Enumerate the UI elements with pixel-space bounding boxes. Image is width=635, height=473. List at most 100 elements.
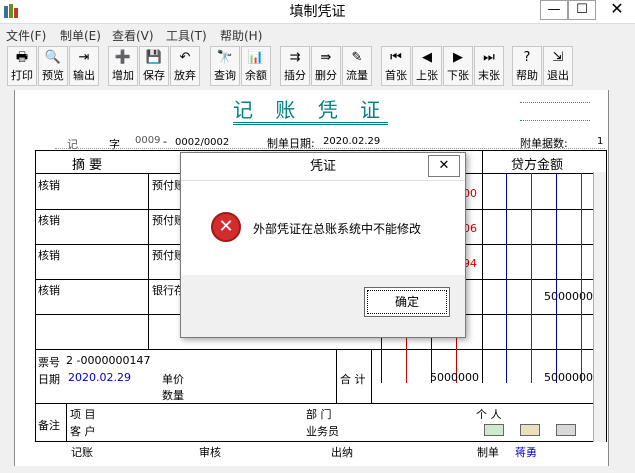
first-voucher-button[interactable]: ⏮ 首张 bbox=[381, 46, 411, 86]
minimize-button[interactable]: — bbox=[540, 0, 568, 20]
maker-name: 蒋勇 bbox=[515, 446, 537, 459]
bookkeeping-label: 记账 bbox=[71, 446, 93, 459]
ticket-value: 2 -0000000147 bbox=[66, 354, 151, 367]
project-label: 项 目 bbox=[70, 408, 96, 421]
voucher-dash: - bbox=[163, 135, 167, 148]
voucher-date: 2020.02.29 bbox=[323, 136, 381, 147]
error-icon: ✕ bbox=[211, 212, 241, 242]
amount-gridline bbox=[531, 173, 532, 383]
title-bar: 填制凭证 — ☐ ✕ bbox=[0, 0, 635, 24]
exit-icon: ⇲ bbox=[552, 50, 564, 65]
binoculars-icon: 🔭 bbox=[216, 50, 234, 65]
preview-button[interactable]: 🔍 预览 bbox=[38, 46, 68, 86]
dialog-footer: 确定 bbox=[181, 275, 465, 337]
voucher-sub-number: 0002/0002 bbox=[175, 137, 230, 148]
menu-file[interactable]: 文件(F) bbox=[6, 27, 46, 44]
total-credit: 5000000 bbox=[544, 371, 593, 384]
card-icon[interactable] bbox=[520, 424, 540, 436]
signature-row: 记账 审核 出纳 制单 蒋勇 bbox=[35, 444, 607, 460]
pencil-icon: ✎ bbox=[351, 50, 363, 65]
print-icon: 🖶 bbox=[15, 50, 29, 65]
vertical-scrollbar[interactable] bbox=[593, 172, 606, 442]
row-divider bbox=[36, 403, 594, 404]
row-summary[interactable]: 核销 bbox=[38, 212, 60, 228]
quantity-label: 数量 bbox=[162, 389, 184, 402]
attach-count: 1 bbox=[597, 136, 604, 147]
voucher-number: 0009 bbox=[135, 135, 161, 146]
date2-value: 2020.02.29 bbox=[68, 371, 131, 384]
query-button[interactable]: 🔭 查询 bbox=[210, 46, 240, 86]
next-icon: ▶ bbox=[453, 50, 463, 65]
maker-label: 制单 bbox=[477, 446, 499, 459]
last-voucher-button[interactable]: ⏭ 末张 bbox=[474, 46, 504, 86]
preview-icon: 🔍 bbox=[44, 50, 62, 65]
cash-flow-button[interactable]: ✎ 流量 bbox=[342, 46, 372, 86]
save-button[interactable]: 💾 保存 bbox=[139, 46, 169, 86]
row-summary[interactable]: 核销 bbox=[38, 247, 60, 263]
row-summary[interactable]: 核销 bbox=[38, 282, 60, 298]
prev-voucher-button[interactable]: ◀ 上张 bbox=[412, 46, 442, 86]
bar-chart-icon: 📊 bbox=[247, 50, 265, 65]
discard-button[interactable]: ↶ 放弃 bbox=[170, 46, 200, 86]
credit-header: 贷方金额 bbox=[511, 158, 564, 173]
card-icon[interactable] bbox=[556, 424, 576, 436]
last-icon: ⏭ bbox=[483, 50, 495, 65]
customer-label: 客 户 bbox=[70, 425, 96, 438]
summary-header: 摘 要 bbox=[72, 158, 103, 173]
menu-tools[interactable]: 工具(T) bbox=[166, 27, 207, 44]
save-icon: 💾 bbox=[145, 50, 163, 65]
help-icon: ? bbox=[523, 50, 531, 65]
dept-label: 部 门 bbox=[306, 408, 332, 421]
error-dialog: 凭证 ✕ ✕ 外部凭证在总账系统中不能修改 确定 bbox=[180, 152, 466, 338]
total-debit: 5000000 bbox=[430, 371, 479, 384]
amount-gridline bbox=[556, 173, 557, 383]
dotted-line bbox=[520, 102, 590, 103]
insert-row-icon: ⇉ bbox=[289, 50, 301, 65]
remarks-label: 备注 bbox=[38, 419, 60, 432]
dialog-message: 外部凭证在总账系统中不能修改 bbox=[253, 222, 422, 236]
salesman-label: 业务员 bbox=[306, 425, 339, 438]
row-summary[interactable]: 核销 bbox=[38, 177, 60, 193]
date2-label: 日期 bbox=[38, 373, 60, 386]
delete-entry-button[interactable]: ⇛ 删分 bbox=[311, 46, 341, 86]
dotted-line bbox=[520, 120, 590, 121]
amount-gridline bbox=[581, 173, 582, 383]
toolbar: 🖶 打印 🔍 预览 ⇥ 输出 ➕ 增加 💾 保存 ↶ 放弃 🔭 查询 📊 余额 ⇉ 插分 ⇛ 删分 … bbox=[4, 46, 634, 88]
insert-entry-button[interactable]: ⇉ 插分 bbox=[280, 46, 310, 86]
col-divider bbox=[336, 349, 337, 403]
print-button[interactable]: 🖶 打印 bbox=[7, 46, 37, 86]
dotted-line bbox=[55, 148, 605, 149]
output-button[interactable]: ⇥ 输出 bbox=[69, 46, 99, 86]
menu-make[interactable]: 制单(E) bbox=[60, 27, 101, 44]
output-icon: ⇥ bbox=[78, 50, 90, 65]
card-icon[interactable] bbox=[484, 424, 504, 436]
amount-gridline bbox=[406, 331, 407, 383]
amount-gridline bbox=[506, 173, 507, 383]
menu-help[interactable]: 帮助(H) bbox=[220, 27, 262, 44]
voucher-title: 记 账 凭 证 bbox=[233, 98, 389, 125]
credit-amount: 5000000 bbox=[544, 290, 593, 303]
menu-bar: 文件(F) 制单(E) 查看(V) 工具(T) 帮助(H) bbox=[0, 25, 635, 45]
dialog-close-button[interactable]: ✕ bbox=[428, 155, 460, 177]
next-voucher-button[interactable]: ▶ 下张 bbox=[443, 46, 473, 86]
exit-button[interactable]: ⇲ 退出 bbox=[543, 46, 573, 86]
add-button[interactable]: ➕ 增加 bbox=[108, 46, 138, 86]
ticket-label: 票号 bbox=[38, 356, 60, 369]
row-divider bbox=[36, 349, 594, 350]
cashier-label: 出纳 bbox=[331, 446, 353, 459]
balance-button[interactable]: 📊 余额 bbox=[241, 46, 271, 86]
delete-row-icon: ⇛ bbox=[320, 50, 332, 65]
maximize-button[interactable]: ☐ bbox=[568, 0, 596, 20]
col-divider bbox=[66, 403, 67, 441]
help-button[interactable]: ? 帮助 bbox=[512, 46, 542, 86]
add-icon: ➕ bbox=[114, 50, 132, 65]
first-icon: ⏮ bbox=[390, 50, 402, 65]
amount-gridline bbox=[381, 331, 382, 383]
menu-view[interactable]: 查看(V) bbox=[112, 27, 154, 44]
unit-price-label: 单价 bbox=[162, 373, 184, 386]
prev-icon: ◀ bbox=[422, 50, 432, 65]
close-window-button[interactable]: ✕ bbox=[601, 0, 633, 20]
col-divider bbox=[148, 173, 149, 349]
person-label: 个 人 bbox=[476, 408, 502, 421]
ok-button[interactable]: 确定 bbox=[364, 287, 450, 317]
